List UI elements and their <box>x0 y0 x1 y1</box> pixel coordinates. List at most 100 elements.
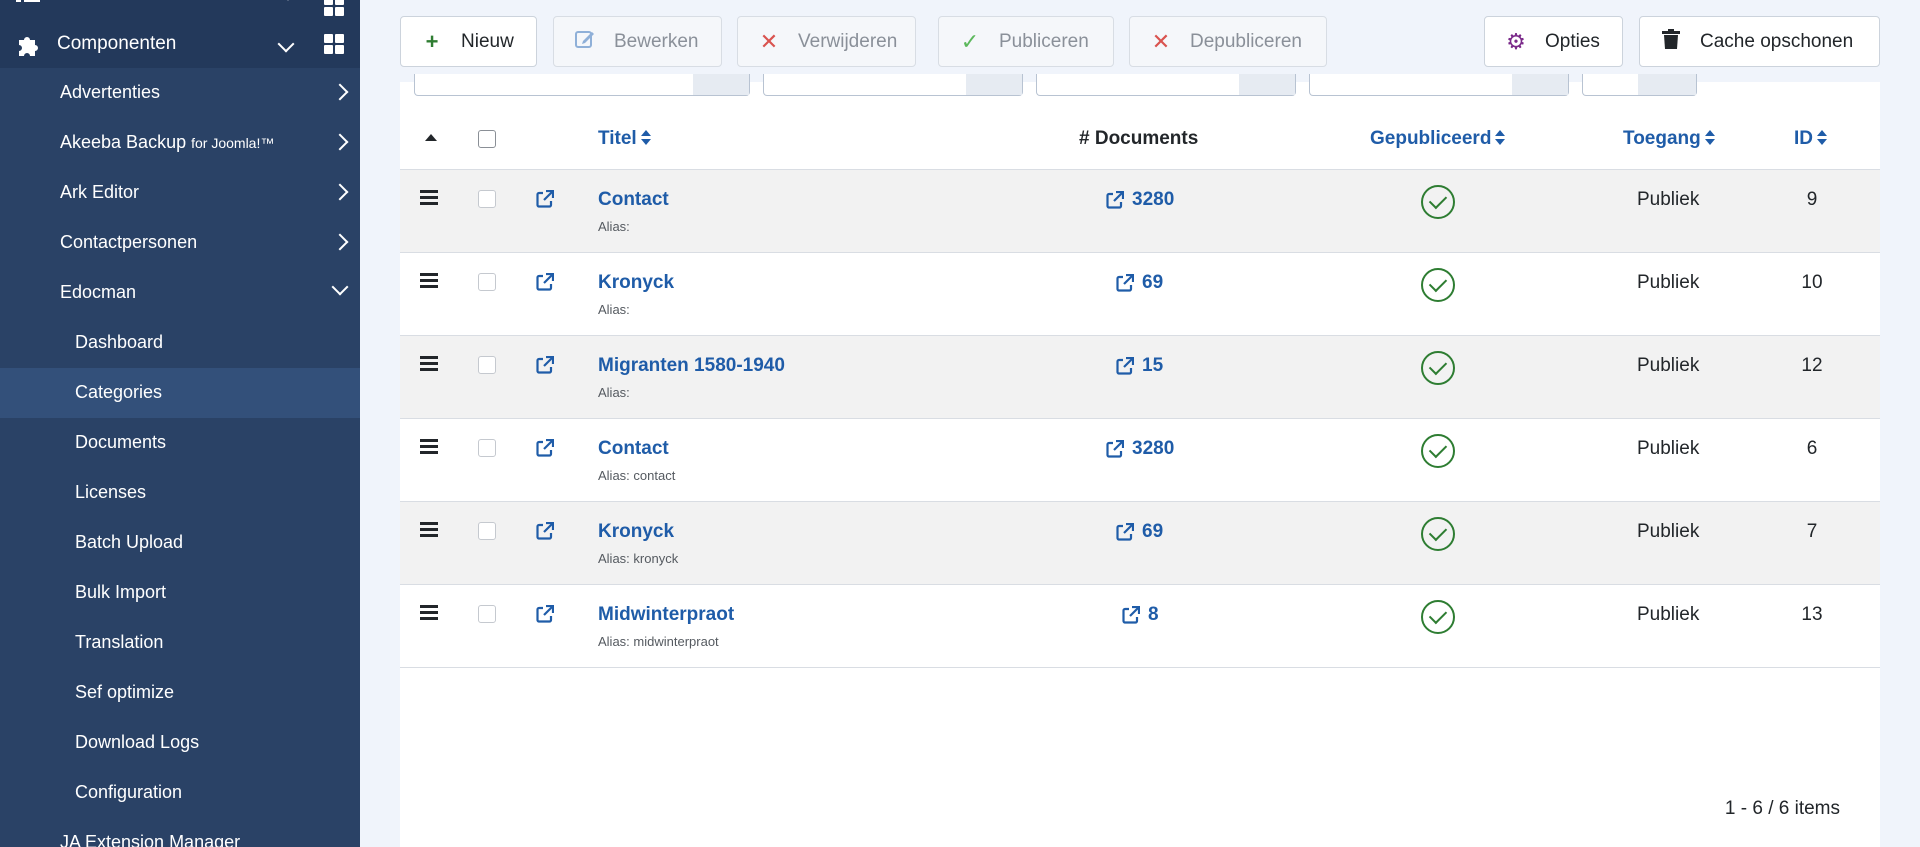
sidebar-item-batch-upload[interactable]: Batch Upload <box>0 518 360 568</box>
table-row: Kronyck Alias: 69 Publiek 10 <box>400 253 1880 336</box>
filter-select[interactable] <box>1309 74 1569 96</box>
sidebar-item-ark-editor[interactable]: Ark Editor <box>0 168 360 218</box>
category-id: 10 <box>1801 272 1823 293</box>
sidebar-item-sef-optimize[interactable]: Sef optimize <box>0 668 360 718</box>
sidebar-item-label: Batch Upload <box>75 532 184 552</box>
external-link-icon[interactable] <box>536 190 554 208</box>
delete-button[interactable]: ✕ Verwijderen <box>737 16 916 67</box>
category-alias: Alias: contact <box>598 468 676 483</box>
table-header: Titel # Documents Gepubliceerd Toegang I… <box>400 108 1880 170</box>
chevron-down-icon[interactable] <box>277 35 295 53</box>
toolbar: + Nieuw Bewerken ✕ Verwijderen ✓ Publice… <box>360 0 1920 82</box>
sort-ordering-icon[interactable] <box>425 134 437 141</box>
category-title-link[interactable]: Kronyck <box>598 521 674 543</box>
access-level: Publiek <box>1637 272 1700 293</box>
options-button[interactable]: ⚙ Opties <box>1484 16 1623 67</box>
sort-icon <box>1704 130 1715 146</box>
published-status-icon[interactable] <box>1421 600 1455 634</box>
drag-handle-icon[interactable] <box>420 190 438 206</box>
filter-select[interactable] <box>414 74 750 96</box>
table-row: Midwinterpraot Alias: midwinterpraot 8 P… <box>400 585 1880 668</box>
sidebar-item-download-logs[interactable]: Download Logs <box>0 718 360 768</box>
row-checkbox[interactable] <box>478 273 496 291</box>
category-id: 12 <box>1801 355 1823 376</box>
clear-cache-button[interactable]: Cache opschonen <box>1639 16 1880 67</box>
external-link-icon[interactable] <box>536 439 554 457</box>
column-published-header[interactable]: Gepubliceerd <box>1370 128 1506 150</box>
sidebar-item-ja-extension-manager[interactable]: JA Extension Manager <box>0 818 360 847</box>
category-title-link[interactable]: Kronyck <box>598 272 674 294</box>
external-link-icon[interactable] <box>536 273 554 291</box>
external-link-icon[interactable] <box>536 356 554 374</box>
sidebar-item-documents[interactable]: Documents <box>0 418 360 468</box>
documents-count-link[interactable]: 3280 <box>1106 189 1174 211</box>
published-status-icon[interactable] <box>1421 268 1455 302</box>
documents-count-link[interactable]: 69 <box>1116 272 1163 294</box>
sidebar-item-configuration[interactable]: Configuration <box>0 768 360 818</box>
category-title-link[interactable]: Migranten 1580-1940 <box>598 355 785 377</box>
category-title-link[interactable]: Midwinterpraot <box>598 604 734 626</box>
sidebar-item-label: JA Extension Manager <box>60 832 241 847</box>
row-checkbox[interactable] <box>478 190 496 208</box>
external-link-icon[interactable] <box>536 605 554 623</box>
dashboard-grid-icon[interactable] <box>324 0 344 16</box>
column-access-header[interactable]: Toegang <box>1623 128 1715 150</box>
edit-button[interactable]: Bewerken <box>553 16 722 67</box>
drag-handle-icon[interactable] <box>420 522 438 538</box>
published-status-icon[interactable] <box>1421 185 1455 219</box>
select-all-checkbox[interactable] <box>478 130 496 148</box>
delete-button-label: Verwijderen <box>798 30 898 52</box>
category-title-link[interactable]: Contact <box>598 189 669 211</box>
table-row: Kronyck Alias: kronyck 69 Publiek 7 <box>400 502 1880 585</box>
sidebar-item-licenses[interactable]: Licenses <box>0 468 360 518</box>
publish-button[interactable]: ✓ Publiceren <box>938 16 1114 67</box>
sidebar-item-contactpersonen[interactable]: Contactpersonen <box>0 218 360 268</box>
new-button[interactable]: + Nieuw <box>400 16 537 67</box>
drag-handle-icon[interactable] <box>420 356 438 372</box>
sidebar-item-bulk-import[interactable]: Bulk Import <box>0 568 360 618</box>
row-checkbox[interactable] <box>478 439 496 457</box>
row-checkbox[interactable] <box>478 522 496 540</box>
documents-count-link[interactable]: 3280 <box>1106 438 1174 460</box>
sidebar-item-label: Translation <box>75 632 164 652</box>
drag-handle-icon[interactable] <box>420 605 438 621</box>
column-title-header[interactable]: Titel <box>598 128 651 150</box>
drag-handle-icon[interactable] <box>420 439 438 455</box>
check-icon: ✓ <box>960 28 980 54</box>
filter-select[interactable] <box>1036 74 1296 96</box>
dashboard-grid-icon[interactable] <box>324 34 344 54</box>
sidebar-item-akeeba-backup[interactable]: Akeeba Backup for Joomla!™ <box>0 118 360 168</box>
row-checkbox[interactable] <box>478 356 496 374</box>
documents-count: 15 <box>1142 355 1164 376</box>
sidebar-item-advertenties[interactable]: Advertenties <box>0 68 360 118</box>
filter-select[interactable] <box>1582 74 1697 96</box>
documents-count-link[interactable]: 15 <box>1116 355 1163 377</box>
drag-handle-icon[interactable] <box>420 273 438 289</box>
plus-icon: + <box>425 28 439 54</box>
category-title-link[interactable]: Contact <box>598 438 669 460</box>
documents-count-link[interactable]: 8 <box>1122 604 1159 626</box>
sidebar-item-label: Licenses <box>75 482 147 502</box>
published-status-icon[interactable] <box>1421 517 1455 551</box>
access-level: Publiek <box>1637 521 1700 542</box>
external-link-icon[interactable] <box>536 522 554 540</box>
external-link-icon <box>1116 357 1134 375</box>
documents-count-link[interactable]: 69 <box>1116 521 1163 543</box>
sidebar-item-translation[interactable]: Translation <box>0 618 360 668</box>
column-published-label: Gepubliceerd <box>1370 128 1492 149</box>
filter-select[interactable] <box>763 74 1023 96</box>
published-status-icon[interactable] <box>1421 351 1455 385</box>
sidebar-item-categories[interactable]: Categories <box>0 368 360 418</box>
sidebar-item-label: Bulk Import <box>75 582 167 602</box>
sidebar-item-componenten[interactable]: Componenten <box>0 18 360 70</box>
column-id-header[interactable]: ID <box>1794 128 1827 150</box>
sidebar-item-dashboard[interactable]: Dashboard <box>0 318 360 368</box>
documents-count: 3280 <box>1132 438 1175 459</box>
unpublish-button[interactable]: ✕ Depubliceren <box>1129 16 1327 67</box>
sidebar-item-edocman[interactable]: Edocman <box>0 268 360 318</box>
row-checkbox[interactable] <box>478 605 496 623</box>
category-id: 6 <box>1806 438 1818 459</box>
published-status-icon[interactable] <box>1421 434 1455 468</box>
chevron-right-icon <box>331 233 349 251</box>
sidebar-top-item[interactable] <box>0 0 360 18</box>
